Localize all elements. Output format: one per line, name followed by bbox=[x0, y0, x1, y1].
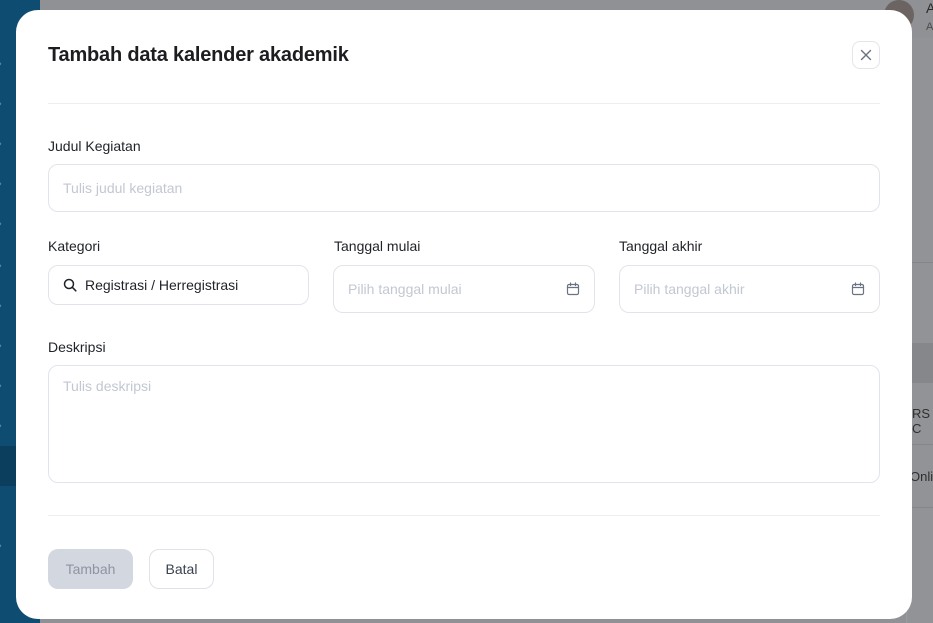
chevron-right-icon: › bbox=[0, 301, 6, 312]
search-icon bbox=[63, 278, 77, 292]
tambah-button[interactable]: Tambah bbox=[48, 549, 133, 589]
calendar-icon[interactable] bbox=[566, 282, 580, 296]
chevron-right-icon: › bbox=[0, 381, 6, 392]
chevron-right-icon: › bbox=[0, 341, 6, 352]
deskripsi-field[interactable] bbox=[48, 365, 880, 483]
calendar-icon[interactable] bbox=[851, 282, 865, 296]
chevron-right-icon: › bbox=[0, 541, 6, 552]
footer-divider bbox=[48, 515, 880, 516]
chevron-right-icon: › bbox=[0, 179, 6, 190]
tanggal-mulai-label: Tanggal mulai bbox=[334, 238, 421, 254]
chevron-right-icon: › bbox=[0, 139, 6, 150]
close-icon bbox=[860, 49, 872, 61]
chevron-right-icon: › bbox=[0, 99, 6, 110]
judul-kegiatan-label: Judul Kegiatan bbox=[48, 138, 141, 154]
batal-button[interactable]: Batal bbox=[149, 549, 214, 589]
kategori-label: Kategori bbox=[48, 238, 101, 254]
tanggal-akhir-label: Tanggal akhir bbox=[619, 238, 703, 254]
tanggal-mulai-placeholder: Pilih tanggal mulai bbox=[348, 281, 462, 297]
tanggal-akhir-field[interactable]: Pilih tanggal akhir bbox=[619, 265, 880, 313]
user-name: A bbox=[926, 0, 933, 16]
judul-kegiatan-field[interactable] bbox=[48, 164, 880, 212]
user-role: A bbox=[926, 21, 933, 33]
table-cell: Onlin bbox=[910, 469, 933, 484]
tanggal-akhir-placeholder: Pilih tanggal akhir bbox=[634, 281, 745, 297]
close-button[interactable] bbox=[852, 41, 880, 69]
chevron-right-icon: › bbox=[0, 59, 6, 70]
chevron-right-icon: › bbox=[0, 261, 6, 272]
header-divider bbox=[48, 103, 880, 104]
chevron-right-icon: › bbox=[0, 421, 6, 432]
chevron-right-icon: › bbox=[0, 219, 6, 230]
tanggal-mulai-field[interactable]: Pilih tanggal mulai bbox=[333, 265, 595, 313]
deskripsi-textarea[interactable] bbox=[49, 366, 879, 482]
kategori-value: Registrasi / Herregistrasi bbox=[85, 277, 239, 293]
table-cell: RS C bbox=[912, 406, 931, 436]
modal-title: Tambah data kalender akademik bbox=[48, 44, 349, 66]
deskripsi-label: Deskripsi bbox=[48, 339, 106, 355]
kategori-select[interactable]: Registrasi / Herregistrasi bbox=[48, 265, 309, 305]
add-academic-calendar-modal: Tambah data kalender akademik Judul Kegi… bbox=[16, 10, 912, 619]
judul-kegiatan-input[interactable] bbox=[63, 180, 865, 196]
